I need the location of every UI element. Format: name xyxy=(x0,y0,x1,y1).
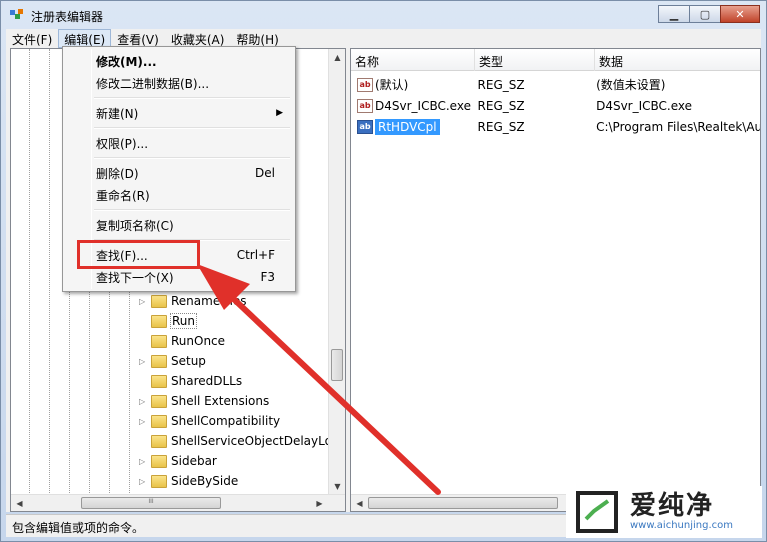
tree-item[interactable]: RunOnce xyxy=(139,331,225,351)
scroll-up-arrow-icon[interactable]: ▲ xyxy=(329,49,345,66)
value-name: D4Svr_ICBC.exe xyxy=(375,98,471,113)
folder-icon xyxy=(151,334,167,348)
tree-item[interactable]: ▷ Shell Extensions xyxy=(139,391,269,411)
folder-icon xyxy=(151,394,167,408)
window-controls: ▁ ▢ ✕ xyxy=(658,5,760,23)
expand-arrow-icon[interactable]: ▷ xyxy=(139,457,149,466)
expand-arrow-icon[interactable]: ▷ xyxy=(139,477,149,486)
scrollbar-thumb[interactable] xyxy=(368,497,558,509)
tree-guide-line xyxy=(49,49,50,495)
value-row-selected[interactable]: ab RtHDVCpl REG_SZ C:\Program Files\Realt… xyxy=(351,116,760,137)
regedit-app-icon xyxy=(10,9,23,19)
value-name: (默认) xyxy=(375,78,409,92)
scrollbar-thumb[interactable]: III xyxy=(81,497,221,509)
menu-separator xyxy=(94,127,290,129)
tree-item[interactable]: SharedDLLs xyxy=(139,371,242,391)
folder-icon xyxy=(151,314,167,328)
scroll-left-arrow-icon[interactable]: ◀ xyxy=(351,495,368,511)
tree-item[interactable]: ▷ SideBySide xyxy=(139,471,238,491)
window-title: 注册表编辑器 xyxy=(31,10,104,24)
tree-item[interactable]: ▷ RenameFiles xyxy=(139,291,247,311)
watermark-url: www.aichunjing.com xyxy=(630,520,733,531)
close-button[interactable]: ✕ xyxy=(720,5,760,23)
string-value-icon: ab xyxy=(357,98,373,113)
folder-icon xyxy=(151,454,167,468)
menu-item-modify[interactable]: 修改(M)... xyxy=(65,50,293,72)
expand-arrow-icon[interactable]: ▷ xyxy=(139,297,149,306)
column-name[interactable]: 名称 xyxy=(351,49,475,71)
value-row[interactable]: ab (默认) REG_SZ (数值未设置) xyxy=(351,74,760,95)
menu-item-delete[interactable]: 删除(D) Del xyxy=(65,162,293,184)
tree-horizontal-scrollbar[interactable]: ◀ III ▶ xyxy=(11,494,345,511)
scroll-left-arrow-icon[interactable]: ◀ xyxy=(11,495,28,511)
string-value-icon: ab xyxy=(357,119,373,134)
expand-arrow-icon[interactable]: ▷ xyxy=(139,417,149,426)
value-type: REG_SZ xyxy=(477,119,525,134)
tree-item-selected[interactable]: Run xyxy=(139,311,198,331)
folder-icon xyxy=(151,434,167,448)
tree-vertical-scrollbar[interactable]: ▲ ▼ xyxy=(328,49,345,495)
minimize-button[interactable]: ▁ xyxy=(658,5,690,23)
value-name: RtHDVCpl xyxy=(375,118,440,135)
value-data: (数值未设置) xyxy=(596,78,666,92)
menu-item-permissions[interactable]: 权限(P)... xyxy=(65,132,293,154)
scroll-right-arrow-icon[interactable]: ▶ xyxy=(311,495,328,511)
menu-file[interactable]: 文件(F) xyxy=(6,29,58,48)
expand-arrow-icon[interactable]: ▷ xyxy=(139,357,149,366)
tree-item[interactable]: ▷ Setup xyxy=(139,351,206,371)
column-data[interactable]: 数据 xyxy=(595,49,760,71)
menu-separator xyxy=(94,157,290,159)
watermark-logo: 爱纯净 www.aichunjing.com xyxy=(566,486,762,538)
tree-guide-line xyxy=(29,49,30,495)
submenu-arrow-icon: ▶ xyxy=(276,108,283,118)
menu-item-find-next[interactable]: 查找下一个(X) F3 xyxy=(65,266,293,288)
watermark-brand: 爱纯净 xyxy=(630,491,715,521)
values-list-pane[interactable]: 名称 类型 数据 ab (默认) REG_SZ (数值未设置) ab D4Svr_I… xyxy=(350,48,761,512)
column-header: 名称 类型 数据 xyxy=(351,49,760,71)
folder-icon xyxy=(151,414,167,428)
menu-item-modify-binary[interactable]: 修改二进制数据(B)... xyxy=(65,72,293,94)
menu-item-copy-key-name[interactable]: 复制项名称(C) xyxy=(65,214,293,236)
value-row[interactable]: ab D4Svr_ICBC.exe REG_SZ D4Svr_ICBC.exe xyxy=(351,95,760,116)
menu-item-new[interactable]: 新建(N) ▶ xyxy=(65,102,293,124)
title-bar: 注册表编辑器 ▁ ▢ ✕ xyxy=(1,1,766,29)
find-highlight-box xyxy=(77,240,200,269)
menu-item-rename[interactable]: 重命名(R) xyxy=(65,184,293,206)
folder-icon xyxy=(151,294,167,308)
maximize-button[interactable]: ▢ xyxy=(689,5,721,23)
value-data: C:\Program Files\Realtek\Au xyxy=(596,119,760,134)
scroll-down-arrow-icon[interactable]: ▼ xyxy=(329,478,345,495)
tree-item[interactable]: ▷ ShellCompatibility xyxy=(139,411,280,431)
tree-item[interactable]: ShellServiceObjectDelayLoa xyxy=(139,431,339,451)
folder-icon xyxy=(151,354,167,368)
scrollbar-thumb[interactable] xyxy=(331,349,343,381)
tree-item[interactable]: ▷ Sidebar xyxy=(139,451,217,471)
folder-icon xyxy=(151,474,167,488)
folder-icon xyxy=(151,374,167,388)
value-data: D4Svr_ICBC.exe xyxy=(596,98,693,113)
menu-separator xyxy=(94,97,290,99)
value-type: REG_SZ xyxy=(477,98,525,113)
brand-logo-icon xyxy=(576,491,618,533)
menu-separator xyxy=(94,209,290,211)
value-type: REG_SZ xyxy=(477,77,525,92)
string-value-icon: ab xyxy=(357,77,373,92)
expand-arrow-icon[interactable]: ▷ xyxy=(139,397,149,406)
column-type[interactable]: 类型 xyxy=(475,49,595,71)
